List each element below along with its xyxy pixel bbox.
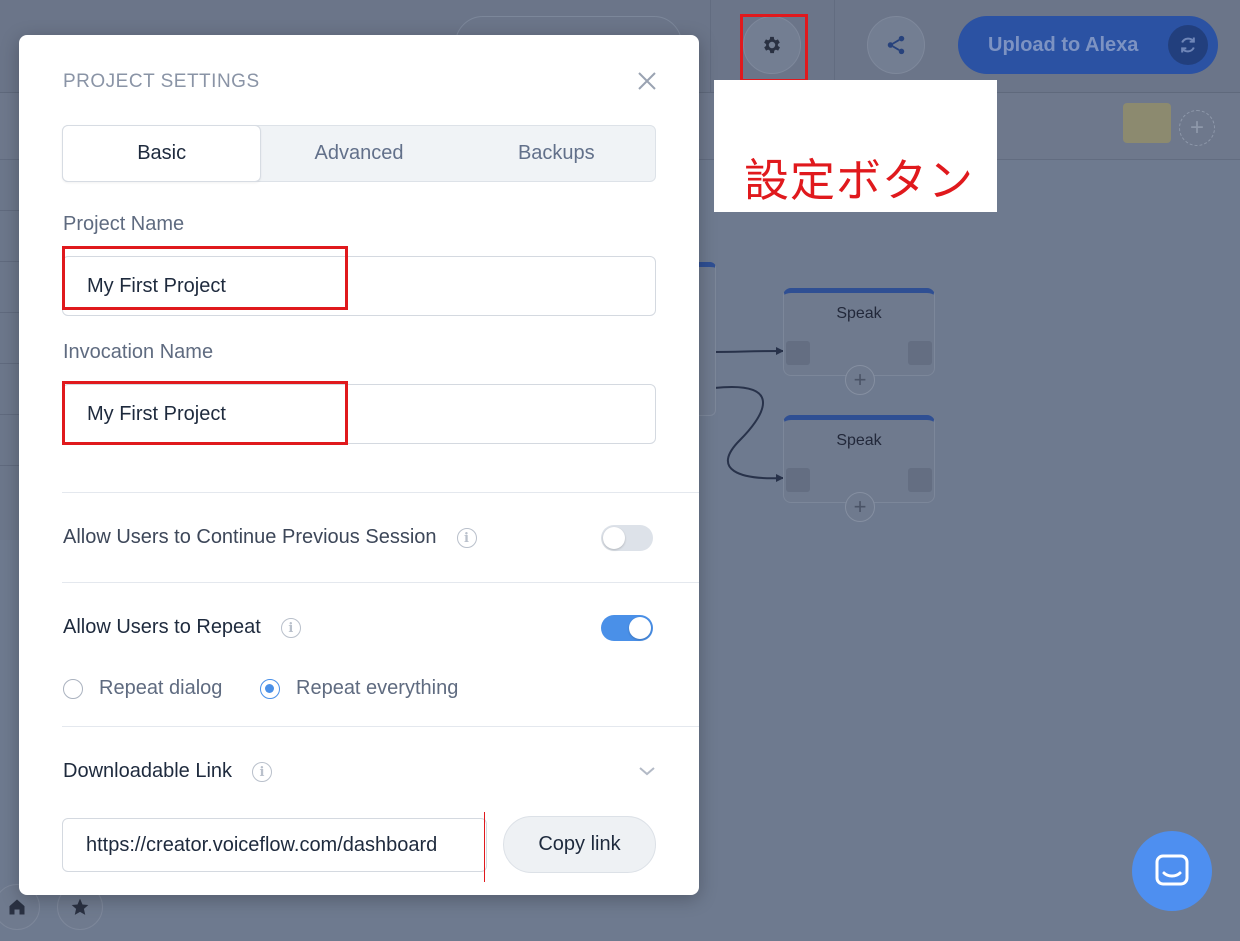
toggle-knob: [629, 617, 651, 639]
output-port[interactable]: [908, 468, 932, 492]
speak-block[interactable]: Speak +: [783, 415, 935, 522]
downloadable-link-row: Downloadable Link i: [63, 760, 273, 783]
input-port[interactable]: [786, 468, 810, 492]
toggle-knob: [603, 527, 625, 549]
repeat-everything-radio[interactable]: Repeat everything: [260, 677, 458, 700]
info-icon[interactable]: i: [280, 617, 301, 638]
tab-advanced[interactable]: Advanced: [260, 126, 457, 181]
close-icon[interactable]: [635, 69, 659, 93]
project-settings-modal: PROJECT SETTINGS Basic Advanced Backups …: [19, 35, 699, 895]
speak-block-title: Speak: [836, 432, 882, 449]
continue-session-label: Allow Users to Continue Previous Session: [63, 526, 437, 548]
repeat-label: Allow Users to Repeat: [63, 616, 261, 638]
speak-block-title: Speak: [836, 305, 882, 322]
settings-highlight: [740, 14, 808, 82]
radio-label: Repeat everything: [296, 677, 459, 699]
invocation-name-highlight: [62, 381, 348, 445]
continue-session-toggle[interactable]: [601, 525, 653, 551]
annotation-label: 設定ボタン: [714, 80, 997, 212]
downloadable-link-label: Downloadable Link: [63, 760, 233, 782]
annotation-mark: [484, 812, 485, 882]
repeat-dialog-radio[interactable]: Repeat dialog: [63, 677, 222, 700]
tab-backups[interactable]: Backups: [458, 126, 655, 181]
input-port[interactable]: [786, 341, 810, 365]
add-step-icon[interactable]: +: [845, 492, 875, 522]
modal-title: PROJECT SETTINGS: [63, 71, 260, 92]
project-name-label: Project Name: [63, 213, 185, 235]
radio-dot: [63, 678, 83, 699]
chat-icon: [1155, 854, 1189, 886]
home-icon: [9, 899, 25, 915]
settings-tabs: Basic Advanced Backups: [62, 125, 656, 182]
add-step-icon[interactable]: +: [845, 365, 875, 395]
downloadable-link-input[interactable]: https://creator.voiceflow.com/dashboard: [62, 818, 487, 872]
repeat-toggle[interactable]: [601, 615, 653, 641]
output-port[interactable]: [908, 341, 932, 365]
repeat-row: Allow Users to Repeat i: [63, 616, 301, 639]
divider: [62, 582, 699, 583]
copy-link-button[interactable]: Copy link: [503, 816, 656, 873]
speak-block[interactable]: Speak +: [783, 288, 935, 395]
info-icon[interactable]: i: [456, 527, 477, 548]
radio-label: Repeat dialog: [99, 677, 223, 699]
radio-dot: [260, 678, 280, 699]
project-name-highlight: [62, 246, 348, 310]
info-icon[interactable]: i: [252, 761, 273, 782]
chat-button[interactable]: [1132, 831, 1212, 911]
divider: [62, 726, 699, 727]
chevron-down-icon[interactable]: [638, 764, 656, 778]
continue-session-row: Allow Users to Continue Previous Session…: [63, 526, 477, 549]
tab-basic[interactable]: Basic: [62, 125, 262, 182]
star-icon: [71, 898, 89, 915]
divider: [62, 492, 699, 493]
invocation-name-label: Invocation Name: [63, 341, 214, 363]
